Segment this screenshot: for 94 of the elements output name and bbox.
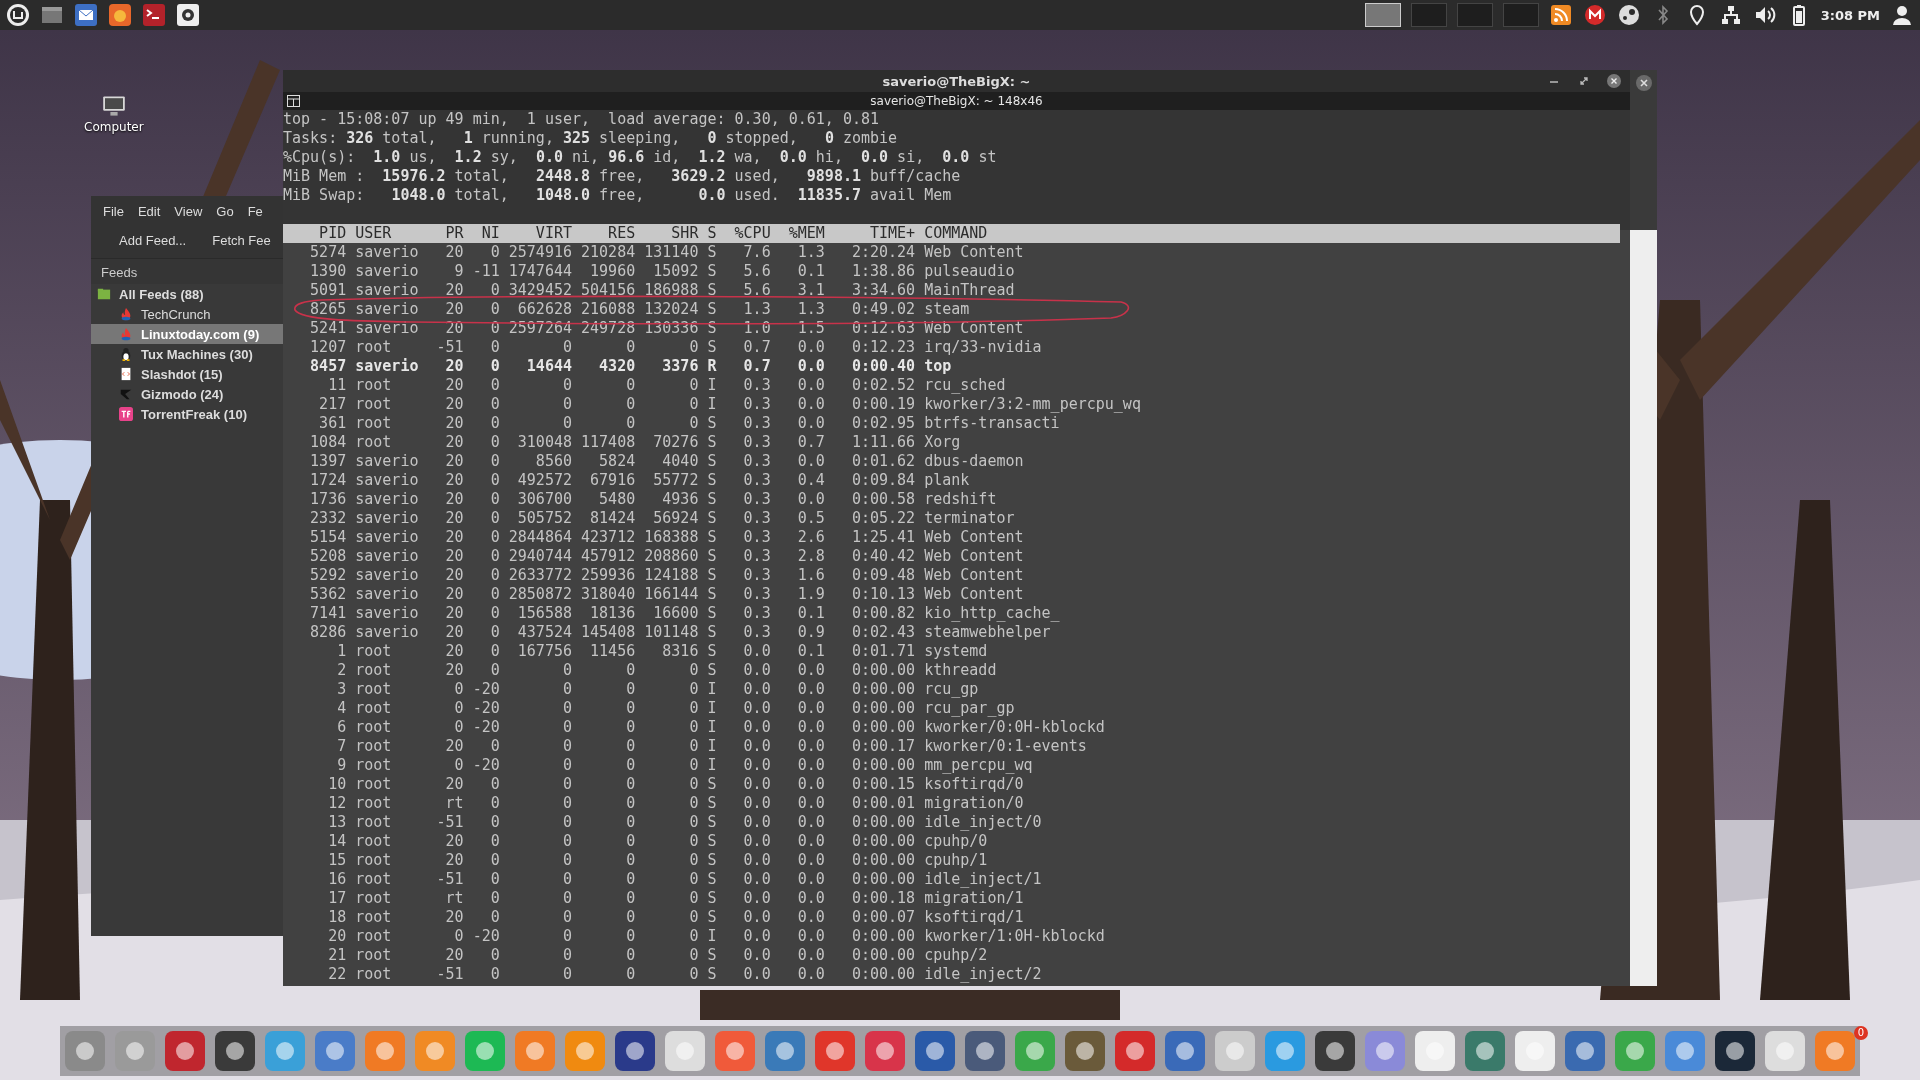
process-row-text: 15 root 20 0 0 0 0 S 0.0 0.0 0:00.00 cpuhp/1 [327,851,988,870]
process-row-text: 9 root 0 -20 0 0 0 I 0.0 0.0 0:00.00 mm_percpu_wq [336,756,1033,775]
process-row-text: 5091 saverio 20 0 3429452 504156 186988 S 5.6 3.1 3:34.60 MainThread [309,281,1015,300]
launcher-icon[interactable] [963,1029,1007,1073]
process-row-text: 17 root rt 0 0 0 0 S 0.0 0.0 0:00.18 migration/1 [327,889,1024,908]
document-icon [119,367,133,381]
process-row-text: 7 root 20 0 0 0 0 I 0.0 0.0 0:00.17 kworker/0:1-events [336,737,1087,756]
launcher-icon[interactable] [1713,1029,1757,1073]
summary-line: MiB Swap: 1048.0 total, 1048.0 free, 0.0 used. 11835.7 avail Mem [283,186,952,205]
browser-icon[interactable] [108,3,132,27]
process-row-text: 22 root -51 0 0 0 0 S 0.0 0.0 0:00.00 idle_inject/2 [327,965,1042,984]
process-row-text: 14 root 20 0 0 0 0 S 0.0 0.0 0:00.00 cpuhp/0 [327,832,988,851]
menu-item[interactable]: Fe [247,204,263,219]
rss-icon[interactable] [1548,3,1573,27]
process-row-text: 217 root 20 0 0 0 0 I 0.3 0.0 0:00.19 kworker/3:2-mm_percpu_wq [318,395,1141,414]
terminal-subtitle: saverio@TheBigX: ~ 148x46 [870,94,1043,108]
summary-line: top - 15:08:07 up 49 min, 1 user, load average: 0.30, 0.61, 0.81 [283,110,880,129]
process-row-text: 8457 saverio 20 0 14644 4320 3376 R 0.7 0.0 0:00.40 top [309,357,952,376]
launcher-icon[interactable] [763,1029,807,1073]
steam-icon[interactable] [1616,3,1641,27]
menu-item[interactable]: File [103,204,124,219]
desktop-icon-label[interactable]: Computer [84,120,144,134]
process-row-text: 1724 saverio 20 0 492572 67916 55772 S 0.3 0.4 0:09.84 plank [309,471,970,490]
logo-icon[interactable] [6,3,30,27]
process-row-text: 7141 saverio 20 0 156588 18136 16600 S 0.3 0.1 0:00.82 kio_http_cache_ [309,604,1060,623]
process-row-text: 3 root 0 -20 0 0 0 I 0.0 0.0 0:00.00 rcu_gp [336,680,979,699]
process-row-text: 8265 saverio 20 0 662628 216088 132024 S 1.3 1.3 0:49.02 steam [309,300,970,319]
toolbar-button[interactable]: Add Feed... [119,233,187,248]
process-row-text: 2332 saverio 20 0 505752 81424 56924 S 0.3 0.5 0:05.22 terminator [309,509,1015,528]
process-row-text: 18 root 20 0 0 0 0 S 0.0 0.0 0:00.07 ksoftirqd/1 [327,908,1024,927]
feed-item[interactable]: TechCrunch [141,306,211,322]
flame-icon [119,307,133,321]
process-row-text: 12 root rt 0 0 0 0 S 0.0 0.0 0:00.01 migration/0 [327,794,1024,813]
process-row-text: 4 root 0 -20 0 0 0 I 0.0 0.0 0:00.00 rcu_par_gp [336,699,1015,718]
folder-icon [97,287,111,301]
launcher-icon[interactable] [613,1029,657,1073]
menu-item[interactable]: View [174,204,203,219]
clock-time[interactable]: 3:08 PM [1820,7,1880,23]
launcher-icon[interactable] [1313,1029,1357,1073]
menu-item[interactable]: Edit [137,204,161,219]
penguin-icon [119,347,133,361]
launcher-icon[interactable] [1563,1029,1607,1073]
process-row-text: 8286 saverio 20 0 437524 145408 101148 S 0.3 0.9 0:02.43 steamwebhelper [309,623,1051,642]
process-row-text: 361 root 20 0 0 0 0 S 0.3 0.0 0:02.95 btrfs-transacti [318,414,1060,433]
feed-item[interactable]: Gizmodo (24) [141,386,224,402]
mail-icon[interactable] [74,3,98,27]
process-row-text: 1390 saverio 9 -11 1747644 19960 15092 S 5.6 0.1 1:38.86 pulseaudio [309,262,1015,281]
terminal-icon[interactable] [142,3,166,27]
chevron-icon [119,387,133,401]
process-row-text: 11 root 20 0 0 0 0 I 0.3 0.0 0:02.52 rcu_sched [327,376,1006,395]
launcher-icon[interactable] [163,1029,207,1073]
summary-line: MiB Mem : 15976.2 total, 2448.8 free, 3629.2 used, 9898.1 buff/cache [283,167,961,186]
user-icon[interactable] [1890,3,1914,27]
process-row-text: 5154 saverio 20 0 2844864 423712 168388 S 0.3 2.6 1:25.41 Web Content [309,528,1024,547]
menu-item[interactable]: Go [216,204,234,219]
process-row-text: 1397 saverio 20 0 8560 5824 4040 S 0.3 0.0 0:01.62 dbus-daemon [309,452,1024,471]
process-row-text: 10 root 20 0 0 0 0 S 0.0 0.0 0:00.15 ksoftirqd/0 [327,775,1024,794]
process-row-text: 21 root 20 0 0 0 0 S 0.0 0.0 0:00.00 cpuhp/2 [327,946,988,965]
launcher-icon[interactable] [1063,1029,1107,1073]
summary-line: Tasks: 326 total, 1 running, 325 sleeping, 0 stopped, 0 zombie [283,129,898,148]
process-row-text: 1736 saverio 20 0 306700 5480 4936 S 0.3 0.0 0:00.58 redshift [309,490,997,509]
feed-item[interactable]: Tux Machines (30) [141,346,253,362]
process-row-text: 1207 root -51 0 0 0 0 S 0.7 0.0 0:12.23 irq/33-nvidia [309,338,1042,357]
process-row-text: 5274 saverio 20 0 2574916 210284 131140 S 7.6 1.3 2:20.24 Web Content [309,243,1024,262]
flame-icon [119,327,133,341]
process-row-text: 5292 saverio 20 0 2633772 259936 124188 S 0.3 1.6 0:09.48 Web Content [309,566,1024,585]
table-header: PID USER PR NI VIRT RES SHR S %CPU %MEM TIME+ COMMAND [283,224,1620,243]
window-title: saverio@TheBigX: ~ [882,73,1031,89]
process-row-text: 5362 saverio 20 0 2850872 318040 166144 S 0.3 1.9 0:10.13 Web Content [309,585,1024,604]
process-row-text: 16 root -51 0 0 0 0 S 0.0 0.0 0:00.00 idle_inject/1 [327,870,1042,889]
split-icon[interactable] [287,95,300,107]
feed-item[interactable]: TorrentFreak (10) [141,406,247,422]
process-row-text: 2 root 20 0 0 0 0 S 0.0 0.0 0:00.00 kthreadd [336,661,997,680]
feeds-header: Feeds [91,259,283,284]
settings-icon[interactable] [176,3,200,27]
process-row-text: 1084 root 20 0 310048 117408 70276 S 0.3 0.7 1:11.66 Xorg [309,433,961,452]
launcher-icon[interactable] [913,1029,957,1073]
summary-line: %Cpu(s): 1.0 us, 1.2 sy, 0.0 ni, 96.6 id, 1.2 wa, 0.0 hi, 0.0 si, 0.0 st [283,148,997,167]
close-icon[interactable] [1635,74,1653,92]
close-icon[interactable] [1606,73,1622,89]
feed-item[interactable]: All Feeds (88) [119,286,204,302]
mail-icon[interactable] [1582,3,1607,27]
launcher-icon[interactable] [1463,1029,1507,1073]
tag-icon [119,407,133,421]
process-row-text: 20 root 0 -20 0 0 0 I 0.0 0.0 0:00.00 kworker/1:0H-kblockd [327,927,1105,946]
process-row-text: 1 root 20 0 167756 11456 8316 S 0.0 0.1 0:01.71 systemd [336,642,988,661]
process-row-text: 6 root 0 -20 0 0 0 I 0.0 0.0 0:00.00 kworker/0:0H-kblockd [336,718,1105,737]
process-row-text: 13 root -51 0 0 0 0 S 0.0 0.0 0:00.00 idle_inject/0 [327,813,1042,832]
computer-icon[interactable] [101,94,126,118]
launcher-icon[interactable] [213,1029,257,1073]
feed-item[interactable]: Slashdot (15) [141,366,223,382]
toolbar-button[interactable]: Fetch Fee [212,233,271,248]
launcher-icon[interactable] [1163,1029,1207,1073]
process-row-text: 5208 saverio 20 0 2940744 457912 208860 S 0.3 2.8 0:40.42 Web Content [309,547,1024,566]
